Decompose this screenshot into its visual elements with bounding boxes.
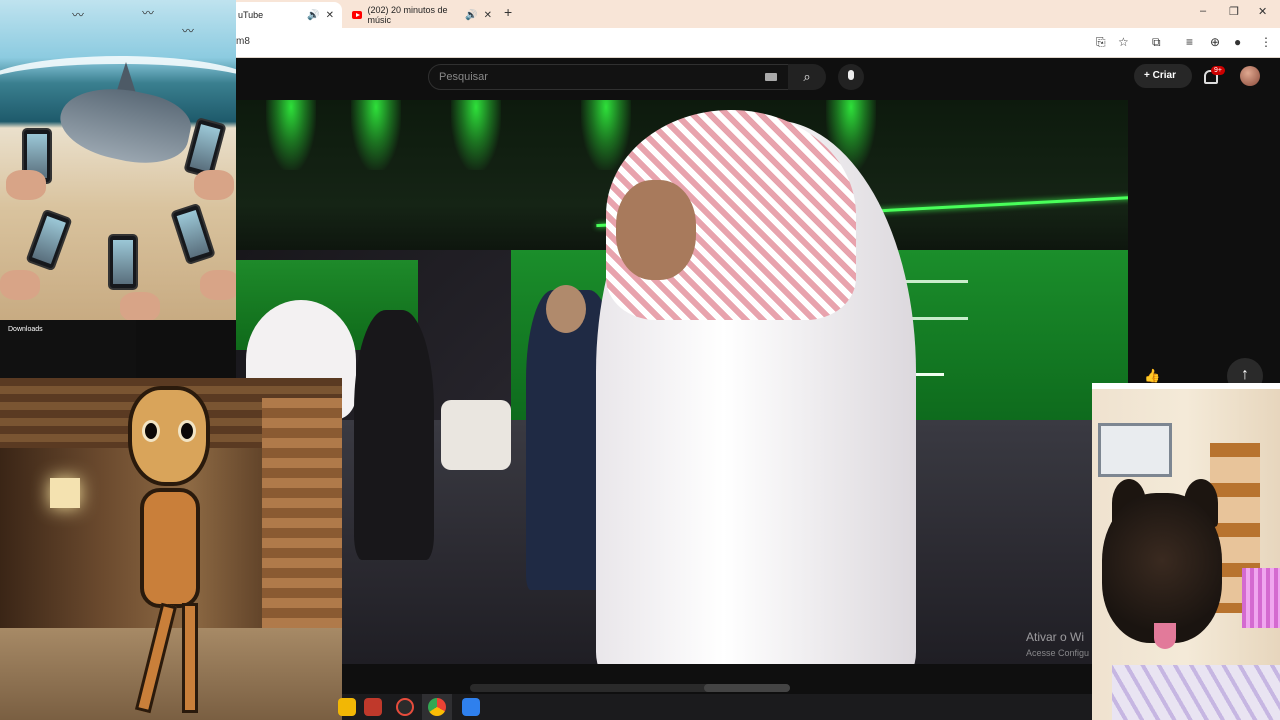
overlay-puppy-image <box>1092 383 1280 720</box>
pixel-character-head <box>128 386 210 486</box>
extensions-icon[interactable]: ⧉ <box>1152 35 1161 50</box>
stage-light <box>266 100 316 170</box>
pixel-character-leg <box>182 603 198 713</box>
pixel-floor <box>0 628 342 720</box>
install-app-icon[interactable]: ⎘ <box>1096 35 1106 50</box>
chrome-icon <box>428 698 446 716</box>
search-box[interactable]: Pesquisar <box>428 64 790 90</box>
puppy-tongue <box>1154 623 1176 649</box>
download-icon[interactable]: ⊕ <box>1210 35 1220 49</box>
hand <box>120 292 160 320</box>
overlay-top-border <box>1092 383 1280 389</box>
chrome-taskbar-button[interactable] <box>422 694 452 720</box>
pixel-character-eye <box>178 420 196 442</box>
downloads-panel[interactable]: Downloads <box>0 320 136 378</box>
tab-youtube[interactable]: uTube 🔊 ✕ <box>230 2 342 28</box>
taskbar <box>338 694 1092 720</box>
hand <box>200 270 236 300</box>
hand <box>0 270 40 300</box>
minimize-button[interactable]: – <box>1200 5 1206 17</box>
avatar[interactable] <box>1240 66 1260 86</box>
media-control-icon[interactable]: ≡ <box>1186 35 1193 49</box>
overlay-shark-image: 〰 〰 〰 <box>0 0 236 320</box>
app-icon[interactable] <box>462 698 480 716</box>
notification-badge: 9+ <box>1211 66 1225 75</box>
close-icon[interactable]: ✕ <box>326 10 334 21</box>
blanket <box>1112 665 1280 720</box>
tab-title: (202) 20 minutos de músic <box>367 5 448 25</box>
close-icon[interactable]: ✕ <box>484 10 492 21</box>
hand <box>194 170 234 200</box>
scrollbar-thumb[interactable] <box>704 684 790 692</box>
hand <box>6 170 46 200</box>
video-player[interactable]: Ativar o Wi Acesse Configu <box>236 100 1128 664</box>
seagull-icon: 〰 <box>182 24 195 38</box>
overlay-pixel-art <box>0 378 342 720</box>
seagull-icon: 〰 <box>142 6 155 20</box>
tab-music[interactable]: (202) 20 minutos de músic 🔊 ✕ <box>344 2 500 28</box>
phone <box>170 202 216 266</box>
menu-icon[interactable]: ⋮ <box>1260 35 1272 49</box>
puppy-head <box>1102 493 1222 643</box>
pixel-character-eye <box>142 420 160 442</box>
person-black-suit <box>354 310 434 560</box>
speaker-icon[interactable]: 🔊 <box>465 10 477 21</box>
profile-icon[interactable]: ● <box>1234 35 1241 49</box>
seagull-icon: 〰 <box>72 8 85 22</box>
search-button[interactable]: ⌕ <box>788 64 826 90</box>
maximize-button[interactable]: ❐ <box>1229 5 1239 18</box>
storage-box <box>1242 568 1280 628</box>
close-window-button[interactable]: ✕ <box>1258 5 1267 18</box>
stage-light <box>451 100 501 170</box>
like-icon[interactable]: 👍 <box>1144 368 1160 384</box>
person-foreground-face <box>616 180 696 280</box>
tab-title: uTube <box>238 10 264 20</box>
folder-icon[interactable] <box>338 698 356 716</box>
speaker-icon[interactable]: 🔊 <box>307 10 319 21</box>
desktop-screen: uTube 🔊 ✕ (202) 20 minutos de músic 🔊 ✕ … <box>0 0 1280 720</box>
keyboard-icon[interactable] <box>765 73 777 81</box>
phone <box>25 208 73 272</box>
white-sofa <box>441 400 511 470</box>
windows-activation-watermark-sub: Acesse Configu <box>1026 648 1090 658</box>
mic-icon[interactable] <box>838 64 864 90</box>
new-tab-button[interactable]: + <box>504 4 512 20</box>
person-navy-suit-head <box>546 285 586 333</box>
create-button[interactable]: + Criar <box>1134 64 1192 88</box>
speedometer-icon[interactable] <box>396 698 414 716</box>
downloads-label: Downloads <box>8 326 43 333</box>
youtube-logo-icon <box>352 11 362 19</box>
right-column <box>1128 98 1280 388</box>
stage-light <box>351 100 401 170</box>
bookmark-star-icon[interactable]: ☆ <box>1118 35 1129 49</box>
tv <box>1098 423 1172 477</box>
pixel-character-body <box>140 488 200 608</box>
url-field[interactable]: m8 <box>236 36 250 47</box>
pixel-lamp <box>50 478 80 508</box>
search-icon: ⌕ <box>803 69 811 84</box>
windows-activation-watermark: Ativar o Wi <box>1026 630 1085 644</box>
create-label: Criar <box>1152 70 1176 81</box>
search-input[interactable]: Pesquisar <box>439 71 488 83</box>
app-icon[interactable] <box>364 698 382 716</box>
phone <box>108 234 138 290</box>
